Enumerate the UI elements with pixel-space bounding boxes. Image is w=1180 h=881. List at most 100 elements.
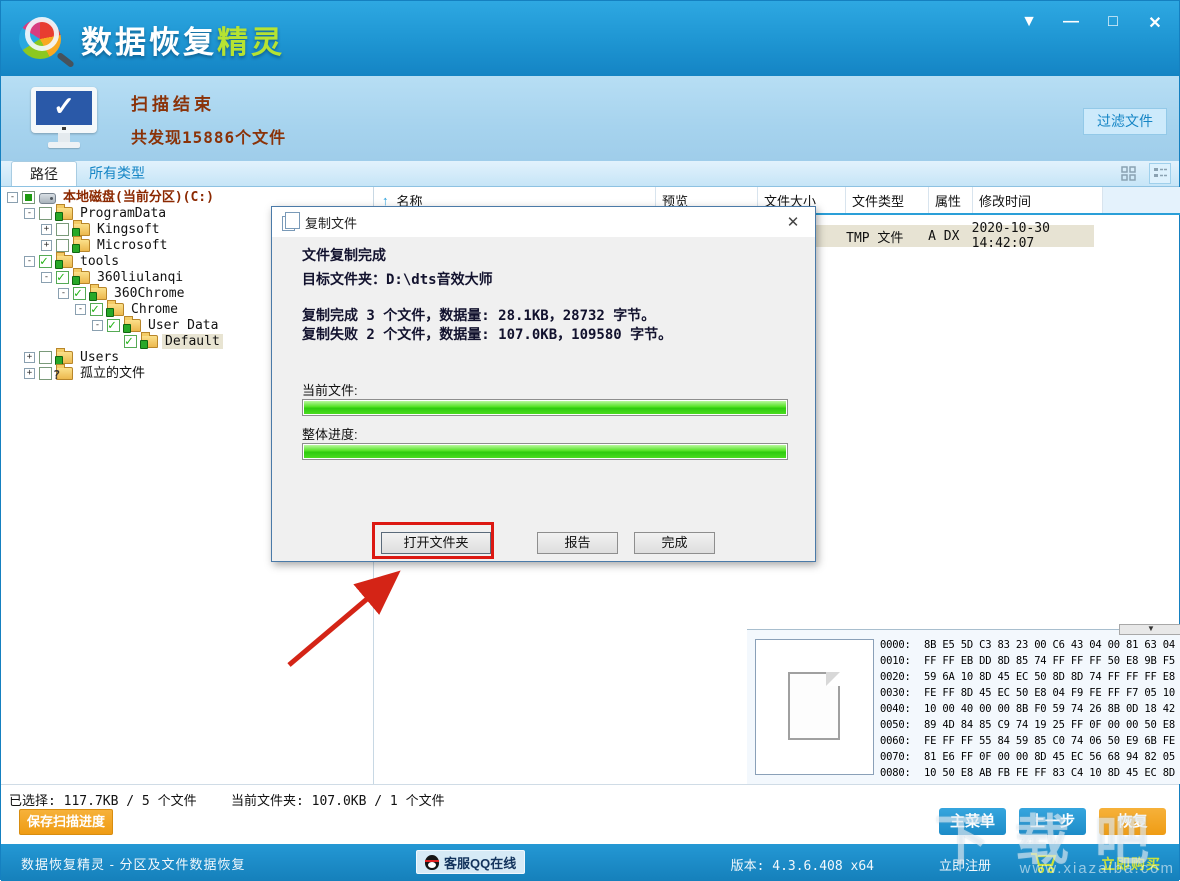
hex-row: 0070:81 E6 FF 0F 00 00 8D 45 EC 56 68 94… (880, 751, 1180, 767)
folder-icon (39, 193, 56, 204)
folder-icon (73, 239, 90, 252)
tree-checkbox[interactable] (124, 335, 137, 348)
footer-app-line: 数据恢复精灵 - 分区及文件数据恢复 (21, 854, 246, 873)
hex-row: 0050:89 4D 84 85 C9 74 19 25 FF 0F 00 00… (880, 719, 1180, 735)
tree-expander-icon[interactable] (24, 368, 35, 379)
tree-checkbox[interactable] (39, 255, 52, 268)
header-band: ✓ 扫描结束 共发现15886个文件 过滤文件 (1, 76, 1179, 161)
tree-checkbox[interactable] (56, 223, 69, 236)
tree-expander-icon[interactable] (58, 288, 69, 299)
tree-expander-icon[interactable] (24, 256, 35, 267)
column-spacer (1103, 187, 1180, 213)
tree-item-label[interactable]: Default (162, 334, 223, 349)
tree-item-label[interactable]: Microsoft (94, 238, 170, 253)
menu-dropdown-icon[interactable]: ▼ (1019, 13, 1039, 33)
register-link[interactable]: 立即注册 (939, 855, 991, 874)
overall-progressbar (302, 443, 788, 460)
tree-expander-icon[interactable] (41, 240, 52, 251)
tree-checkbox[interactable] (39, 351, 52, 364)
file-modified-cell: 2020-10-30 14:42:07 (966, 221, 1094, 251)
folder-icon (73, 271, 90, 284)
tree-checkbox[interactable] (39, 207, 52, 220)
close-button[interactable]: ✕ (1145, 13, 1165, 33)
tree-item-label[interactable]: ProgramData (77, 206, 169, 221)
qq-penguin-icon (425, 855, 439, 870)
customer-service-qq-button[interactable]: 客服QQ在线 (416, 850, 525, 874)
column-type[interactable]: 文件类型 (846, 187, 929, 213)
hex-row: 0060:FE FF FF 55 84 59 85 C0 74 06 50 E9… (880, 735, 1180, 751)
save-scan-progress-button[interactable]: 保存扫描进度 (19, 809, 113, 835)
tree-item-label[interactable]: 360Chrome (111, 286, 187, 301)
version-label: 版本: 4.3.6.408 x64 (731, 855, 874, 874)
tree-item-label[interactable]: 孤立的文件 (77, 366, 148, 381)
report-button[interactable]: 报告 (537, 532, 618, 554)
maximize-button[interactable]: □ (1103, 13, 1123, 33)
tree-item-label[interactable]: 360liulanqi (94, 270, 186, 285)
file-attrs-cell: A DX (922, 229, 966, 244)
tree-item-label[interactable]: Kingsoft (94, 222, 163, 237)
copy-complete-heading: 文件复制完成 (302, 245, 386, 265)
tree-expander-icon[interactable] (41, 224, 52, 235)
copy-file-icon (282, 216, 295, 231)
dialog-title: 复制文件 (305, 213, 357, 232)
app-title: 数据恢复精灵 (81, 17, 285, 62)
tree-checkbox[interactable] (73, 287, 86, 300)
tree-expander-icon[interactable] (41, 272, 52, 283)
tree-expander-icon[interactable] (92, 320, 103, 331)
folder-icon (56, 367, 73, 380)
open-folder-button[interactable]: 打开文件夹 (381, 532, 491, 554)
tree-item-label[interactable]: Chrome (128, 302, 181, 317)
hex-row: 0010:FF FF EB DD 8D 85 74 FF FF FF 50 E8… (880, 655, 1180, 671)
hex-row: 0000:8B E5 5D C3 83 23 00 C6 43 04 00 81… (880, 639, 1180, 655)
tree-item-label[interactable]: Users (77, 350, 122, 365)
current-file-progressbar (302, 399, 788, 416)
tree-indent (1, 277, 41, 278)
file-preview-box (755, 639, 874, 775)
tree-checkbox[interactable] (90, 303, 103, 316)
tree-checkbox[interactable] (107, 319, 120, 332)
tree-indent (1, 229, 41, 230)
tree-checkbox[interactable] (39, 367, 52, 380)
dialog-titlebar[interactable]: 复制文件 ✕ (272, 207, 815, 237)
tree-checkbox[interactable] (56, 271, 69, 284)
tab-bar: 路径 所有类型 (1, 161, 1179, 187)
tree-item[interactable]: 本地磁盘(当前分区)(C:) (1, 189, 373, 205)
main-menu-button[interactable]: 主菜单 (939, 808, 1006, 835)
minimize-button[interactable]: — (1061, 13, 1081, 33)
tab-path[interactable]: 路径 (11, 161, 77, 186)
tree-indent (1, 325, 92, 326)
filter-files-button[interactable]: 过滤文件 (1083, 108, 1167, 135)
tree-indent (1, 357, 24, 358)
tab-all-types[interactable]: 所有类型 (89, 163, 145, 183)
tree-checkbox[interactable] (22, 191, 35, 204)
tree-expander-icon[interactable] (24, 352, 35, 363)
tree-expander-icon[interactable] (75, 304, 86, 315)
grid-view-icon[interactable] (1117, 163, 1139, 184)
shopping-cart-icon[interactable] (1029, 850, 1059, 879)
recover-button[interactable]: 恢复 (1099, 808, 1166, 835)
tree-expander-icon[interactable] (24, 208, 35, 219)
tree-item-label[interactable]: tools (77, 254, 122, 269)
dialog-close-icon[interactable]: ✕ (783, 213, 803, 231)
buy-now-link[interactable]: 立即购买 (1101, 854, 1161, 874)
hex-row: 0080:10 50 E8 AB FB FE FF 83 C4 10 8D 45… (880, 767, 1180, 783)
tree-expander-icon[interactable] (7, 192, 18, 203)
tree-item-label[interactable]: 本地磁盘(当前分区)(C:) (60, 190, 217, 205)
scan-status-subtitle: 共发现15886个文件 (131, 124, 286, 148)
previous-step-button[interactable]: 上一步 (1019, 808, 1086, 835)
splitter-handle[interactable]: ▼ (1119, 624, 1180, 635)
chevron-down-icon: ▼ (1147, 624, 1155, 633)
selected-summary: 已选择: 117.7KB / 5 个文件 (9, 790, 197, 809)
copy-success-stat: 复制完成 3 个文件，数据量: 28.1KB，28732 字节。 (302, 305, 655, 325)
list-view-icon[interactable] (1149, 163, 1171, 184)
finish-button[interactable]: 完成 (634, 532, 715, 554)
folder-icon (124, 319, 141, 332)
tree-checkbox[interactable] (56, 239, 69, 252)
tree-indent (1, 261, 24, 262)
hex-row: 0020:59 6A 10 8D 45 EC 50 8D 8D 74 FF FF… (880, 671, 1180, 687)
column-attributes[interactable]: 属性 (929, 187, 973, 213)
scan-complete-icon: ✓ (31, 87, 97, 149)
tree-item-label[interactable]: User Data (145, 318, 221, 333)
copy-files-dialog: 复制文件 ✕ 文件复制完成 目标文件夹：D:\dts音效大师 复制完成 3 个文… (271, 206, 816, 562)
column-modified[interactable]: 修改时间 (973, 187, 1103, 213)
